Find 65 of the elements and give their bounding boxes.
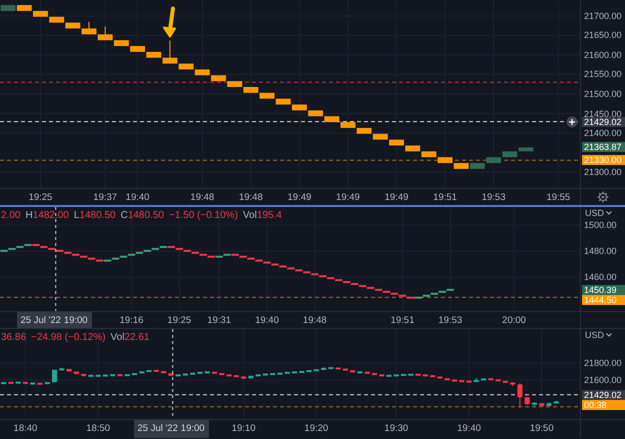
- price-tag: 1450.39: [582, 284, 625, 295]
- price-label: 1480.00: [584, 246, 617, 256]
- legend-value: −24.98 (−0.12%): [31, 332, 106, 343]
- price-label: 21500.00: [584, 89, 622, 99]
- price-label: 21550.00: [584, 69, 622, 80]
- caret-icon[interactable]: [606, 333, 612, 337]
- price-label: 21600.00: [584, 50, 622, 60]
- time-label: 19:40: [255, 315, 279, 326]
- price-label: 1460.00: [584, 272, 617, 282]
- time-label: 19:48: [302, 315, 327, 326]
- price-label: 1500.00: [584, 220, 617, 230]
- time-label: 19:48: [190, 192, 214, 203]
- time-label: 19:53: [438, 315, 462, 326]
- price-label: 21650.00: [584, 30, 622, 40]
- legend-value: 36.86: [1, 332, 26, 343]
- price-label: 21800.00: [584, 358, 622, 368]
- price-tag: 00:38: [582, 400, 625, 410]
- price-tag: 21429.02: [582, 390, 625, 400]
- legend-value: C1480.50: [120, 210, 164, 221]
- time-label: 19:20: [304, 423, 328, 434]
- price-tag: 21363.87: [582, 142, 625, 152]
- time-label: 19:00: [180, 423, 205, 434]
- price-tag: 1444.50: [582, 294, 625, 305]
- currency-label: USD: [585, 208, 604, 218]
- price-label: 21300.00: [584, 167, 622, 177]
- time-label: 19:40: [126, 192, 150, 203]
- time-label: 18:40: [14, 423, 38, 434]
- time-label: 19:49: [288, 192, 312, 203]
- time-label: 19:49: [336, 192, 360, 203]
- price-tag: 21330.00: [582, 155, 625, 166]
- currency-label: USD: [585, 330, 604, 340]
- time-label: 19:37: [93, 192, 118, 203]
- date-label: 25 Jul '22: [20, 315, 61, 326]
- legend-value: Vol195.4: [242, 210, 282, 221]
- legend-value: 2.00: [1, 210, 20, 221]
- settings-icon[interactable]: [597, 191, 609, 203]
- price-label: 21450.00: [584, 108, 622, 118]
- time-label: 19:30: [384, 423, 408, 434]
- date-label: 25 Jul '22: [138, 423, 178, 434]
- time-label: 19:00: [64, 315, 88, 326]
- time-label: 19:10: [232, 423, 256, 434]
- time-label: 19:51: [390, 315, 414, 326]
- time-label: 19:40: [457, 423, 481, 434]
- time-label: 19:50: [530, 423, 554, 434]
- legend-value: H1482.00: [25, 210, 69, 221]
- add-icon[interactable]: [566, 116, 578, 128]
- time-label: 19:49: [384, 192, 408, 203]
- price-tag: 21429.02: [582, 116, 625, 127]
- time-label: 19:25: [167, 315, 192, 326]
- legend-value: −1.50 (−0.10%): [168, 210, 238, 221]
- legend-value: L1480.50: [74, 210, 116, 221]
- time-label: 18:50: [86, 423, 110, 434]
- price-label: 21600.00: [584, 375, 622, 386]
- time-label: 20:00: [502, 315, 526, 326]
- time-label: 19:31: [207, 315, 232, 326]
- time-label: 19:55: [546, 192, 570, 203]
- price-label: 21400.00: [584, 128, 622, 138]
- time-label: 19:48: [238, 192, 263, 203]
- time-label: 19:16: [120, 315, 144, 326]
- price-label: 21700.00: [584, 10, 622, 21]
- time-label: 19:51: [433, 192, 457, 203]
- time-label: 19:25: [28, 192, 52, 203]
- caret-icon[interactable]: [606, 211, 612, 215]
- time-label: 19:53: [482, 192, 506, 203]
- legend-value: Vol22.61: [110, 332, 150, 343]
